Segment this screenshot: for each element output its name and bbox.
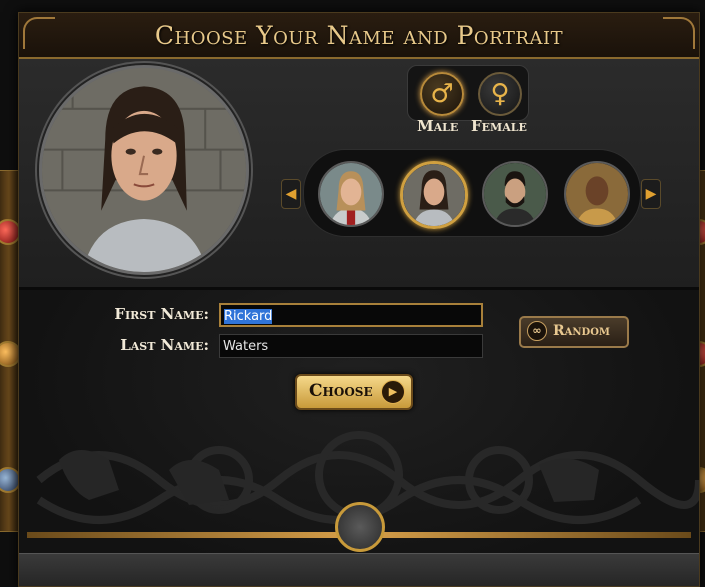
portrait-panel: ♂ ♀ Male Female ◀ ▶ xyxy=(19,59,699,290)
dialog-footer xyxy=(19,553,699,586)
dark-skinned-man-portrait-icon xyxy=(566,163,628,225)
female-symbol-icon[interactable]: ♀ xyxy=(478,72,522,116)
left-game-sidebar xyxy=(0,170,21,532)
portrait-carousel: ◀ ▶ xyxy=(281,149,661,237)
first-name-label: First Name: xyxy=(114,305,209,323)
carousel-next-arrow-icon[interactable]: ▶ xyxy=(641,179,661,209)
choose-button-label: Choose xyxy=(309,381,373,401)
bearded-man-portrait-icon xyxy=(484,163,546,225)
dark-haired-knight-portrait-icon xyxy=(403,164,465,226)
random-button-label: Random xyxy=(553,323,610,339)
random-button[interactable]: ∞ Random xyxy=(519,316,629,348)
selected-portrait xyxy=(39,65,249,275)
female-label[interactable]: Female xyxy=(471,117,527,135)
last-name-field[interactable]: Waters xyxy=(219,334,483,358)
blonde-knight-portrait-icon xyxy=(320,163,382,225)
portrait-thumb-3[interactable] xyxy=(482,161,548,227)
portrait-thumb-2[interactable] xyxy=(400,161,468,229)
last-name-value[interactable]: Waters xyxy=(223,339,268,354)
first-name-value[interactable]: Rickard xyxy=(224,309,273,324)
choose-button[interactable]: Choose ▶ xyxy=(295,374,413,410)
play-arrow-icon: ▶ xyxy=(381,380,405,404)
dialog-title: Choose Your Name and Portrait xyxy=(154,21,564,50)
shuffle-icon: ∞ xyxy=(527,321,547,341)
first-name-field[interactable]: Rickard xyxy=(219,303,483,327)
carousel-prev-arrow-icon[interactable]: ◀ xyxy=(281,179,301,209)
male-label[interactable]: Male xyxy=(417,117,458,135)
name-form: First Name: Rickard Last Name: Waters ∞ … xyxy=(19,290,699,586)
portrait-thumb-1[interactable] xyxy=(318,161,384,227)
carousel-track xyxy=(303,149,641,237)
name-portrait-dialog: Choose Your Name and Portrait ♂ ♀ Male F… xyxy=(18,12,700,587)
portrait-thumb-4[interactable] xyxy=(564,161,630,227)
house-crest-icon xyxy=(335,502,385,552)
title-bar: Choose Your Name and Portrait xyxy=(19,13,699,59)
knight-face-icon xyxy=(42,68,246,272)
last-name-label: Last Name: xyxy=(120,336,209,354)
gender-selector: ♂ ♀ xyxy=(407,65,529,121)
male-symbol-icon[interactable]: ♂ xyxy=(420,72,464,116)
